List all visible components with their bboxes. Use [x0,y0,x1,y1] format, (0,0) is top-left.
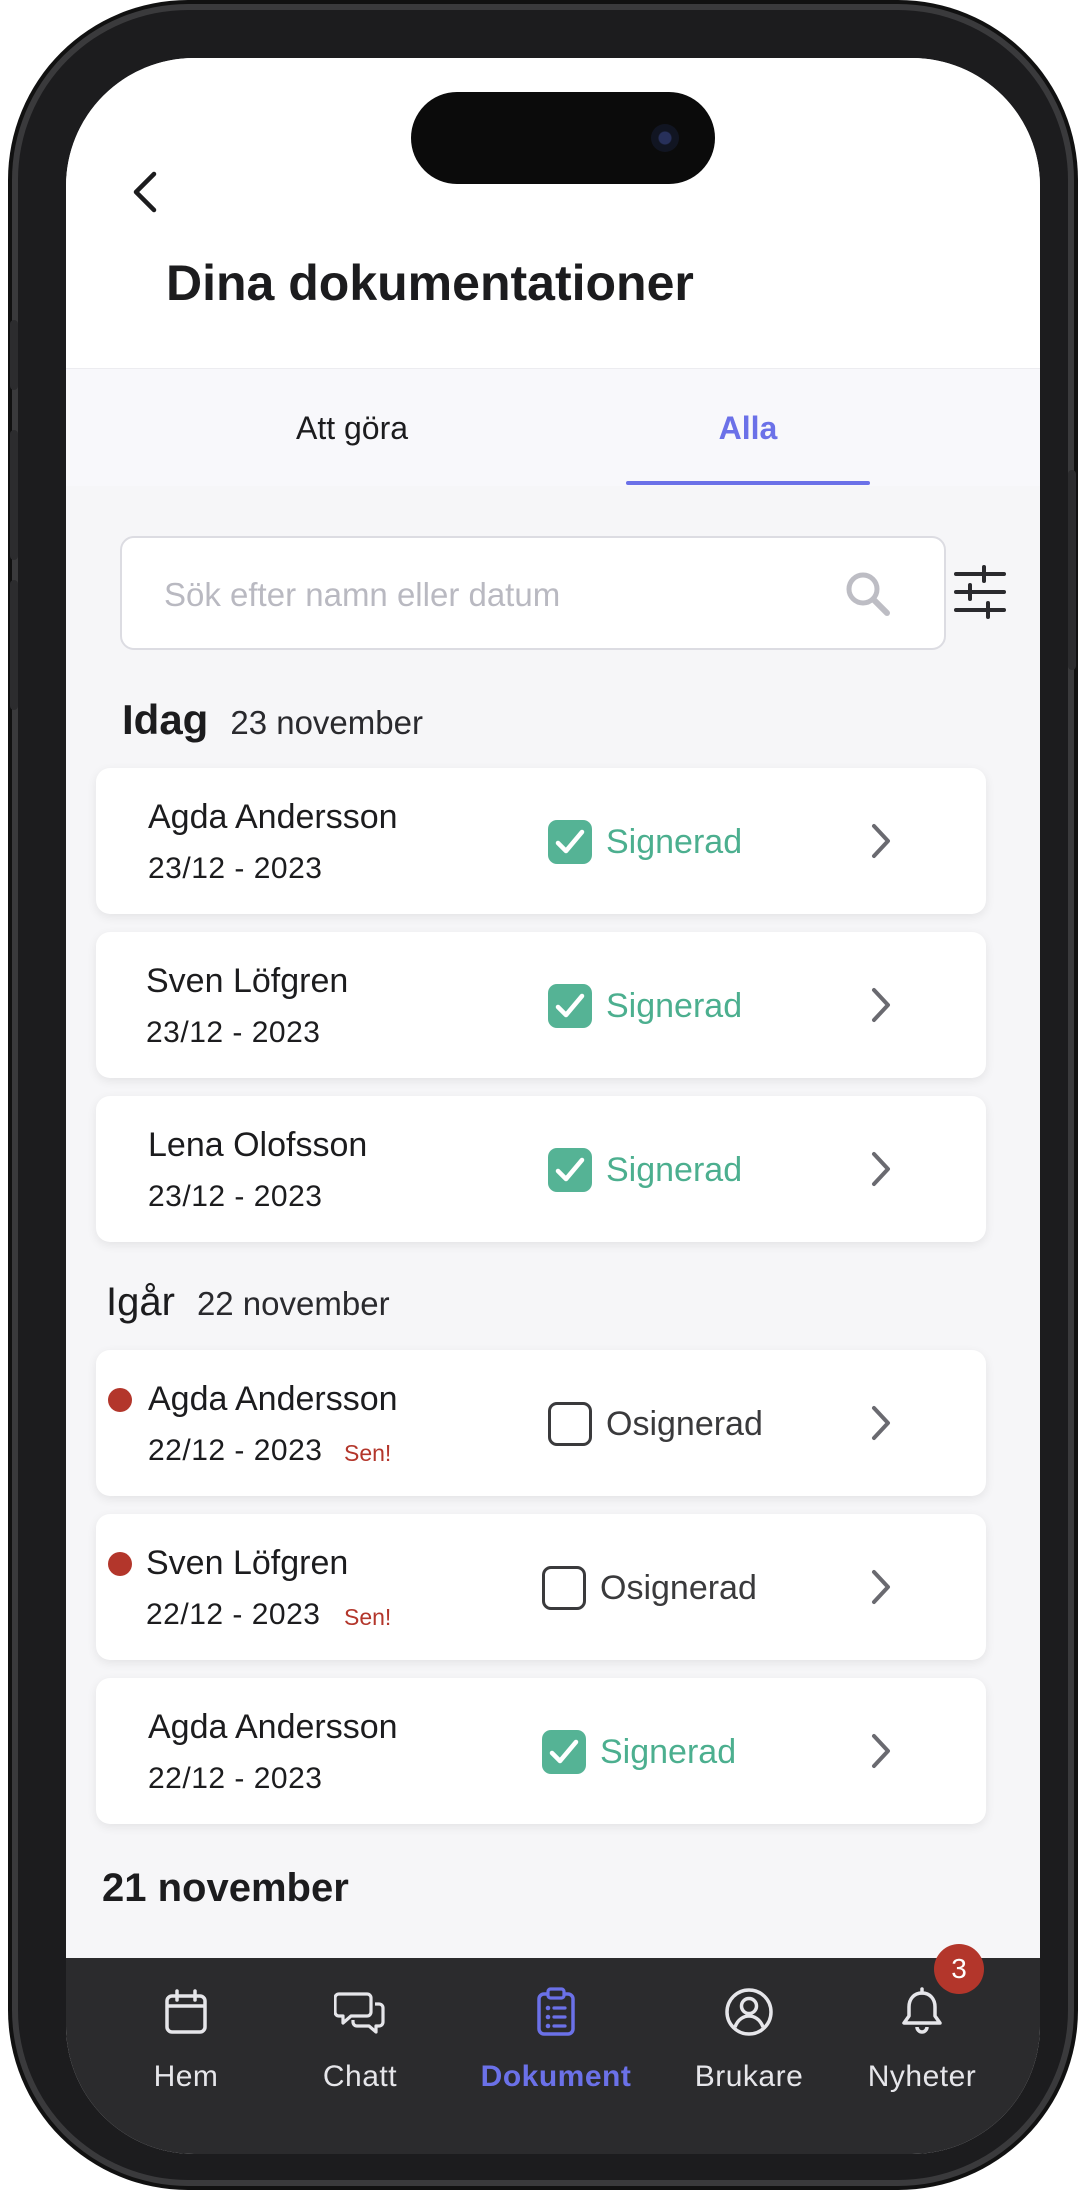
notification-badge: 3 [934,1944,984,1994]
nav-label: Chatt [322,2060,398,2093]
section-heading-today: Idag 23 november [122,696,423,744]
late-indicator-dot [108,1388,132,1412]
checkbox-checked-icon [548,1148,592,1192]
nav-label: Nyheter [867,2060,977,2093]
nav-label: Dokument [480,2060,632,2093]
entry-date: 23/12 - 2023 [148,1180,323,1213]
page-title: Dina dokumentationer [166,255,694,311]
section-date: 23 november [230,704,423,741]
chat-icon [334,1992,385,2034]
list-item[interactable]: Agda Andersson 22/12 - 2023 Sen! Osigner… [96,1350,986,1496]
status-label: Osignerad [606,1404,763,1443]
checkbox-empty-icon [542,1566,586,1610]
nav-label: Hem [153,2060,219,2093]
chevron-right-icon [872,988,890,1022]
chevron-right-icon [872,1406,890,1440]
patient-name: Agda Andersson [148,1380,398,1418]
nav-label: Brukare [694,2060,804,2093]
late-indicator-dot [108,1552,132,1576]
checkbox-checked-icon [548,984,592,1028]
checkbox-empty-icon [548,1402,592,1446]
late-label: Sen! [344,1440,392,1466]
status-signed: Signerad [548,1148,742,1192]
status-unsigned: Osignerad [548,1402,763,1446]
action-button [10,320,18,390]
search-input[interactable]: Sök efter namn eller datum [120,536,946,650]
patient-name: Agda Andersson [148,1708,398,1746]
nav-item-chatt[interactable]: Chatt [280,1986,440,2094]
bell-icon [902,1987,942,2034]
section-date: 21 november [102,1866,349,1910]
entry-date: 22/12 - 2023 [148,1762,323,1795]
status-label: Signerad [600,1732,737,1771]
chevron-right-icon [872,1734,890,1768]
list-item[interactable]: Agda Andersson 23/12 - 2023 Signerad [96,768,986,914]
chevron-left-icon[interactable] [122,162,172,222]
section-day: Igår [106,1280,175,1324]
checkbox-checked-icon [548,820,592,864]
nav-item-brukare[interactable]: Brukare [669,1986,829,2094]
nav-item-dokument[interactable]: Dokument [456,1986,656,2094]
status-signed: Signerad [542,1730,736,1774]
status-signed: Signerad [548,820,742,864]
phone-frame: Dina dokumentationer Att göra Alla Sök e… [10,10,1076,2180]
checkbox-checked-icon [542,1730,586,1774]
tab-alla[interactable]: Alla [626,369,870,487]
list-item[interactable]: Agda Andersson 22/12 - 2023 Signerad [96,1678,986,1824]
status-unsigned: Osignerad [542,1566,757,1610]
active-tab-indicator [626,481,870,485]
list-item[interactable]: Sven Löfgren 23/12 - 2023 Signerad [96,932,986,1078]
nav-item-nyheter[interactable]: Nyheter [842,1986,1002,2094]
clipboard-icon [537,1987,575,2036]
search-icon[interactable] [842,568,894,620]
chevron-right-icon [872,1570,890,1604]
bottom-navigation: Hem Chatt Dokument Brukare Nyheter 3 [66,1944,1040,2154]
app-screen: Dina dokumentationer Att göra Alla Sök e… [66,58,1040,2154]
status-label: Signerad [606,986,743,1025]
chevron-right-icon [872,824,890,858]
tab-bar: Att göra Alla [66,368,1040,486]
camera-lens [651,124,679,152]
tab-att-gora[interactable]: Att göra [234,369,470,487]
calendar-icon [165,1989,207,2034]
section-date: 22 november [196,1285,390,1322]
entry-date: 22/12 - 2023 [146,1598,321,1631]
section-day: Idag [122,696,209,743]
dynamic-island [411,92,715,184]
patient-name: Sven Löfgren [146,1544,349,1582]
patient-name: Agda Andersson [148,798,398,836]
entry-date: 22/12 - 2023 [148,1434,323,1467]
status-signed: Signerad [548,984,742,1028]
user-circle-icon [725,1988,773,2036]
search-placeholder: Sök efter namn eller datum [164,576,561,613]
list-item[interactable]: Lena Olofsson 23/12 - 2023 Signerad [96,1096,986,1242]
volume-down-button [10,580,18,710]
patient-name: Sven Löfgren [146,962,349,1000]
section-heading-older: 21 november [102,1866,349,1911]
list-item[interactable]: Sven Löfgren 22/12 - 2023 Sen! Osignerad [96,1514,986,1660]
patient-name: Lena Olofsson [148,1126,368,1164]
status-label: Signerad [606,822,743,861]
volume-up-button [10,430,18,560]
entry-date: 23/12 - 2023 [146,1016,321,1049]
sliders-icon[interactable] [950,562,1010,622]
status-label: Signerad [606,1150,743,1189]
power-button [1068,470,1076,670]
chevron-right-icon [872,1152,890,1186]
late-label: Sen! [344,1604,392,1630]
section-heading-yesterday: Igår 22 november [106,1280,390,1325]
entry-date: 23/12 - 2023 [148,852,323,885]
nav-item-hem[interactable]: Hem [106,1986,266,2094]
status-label: Osignerad [600,1568,757,1607]
